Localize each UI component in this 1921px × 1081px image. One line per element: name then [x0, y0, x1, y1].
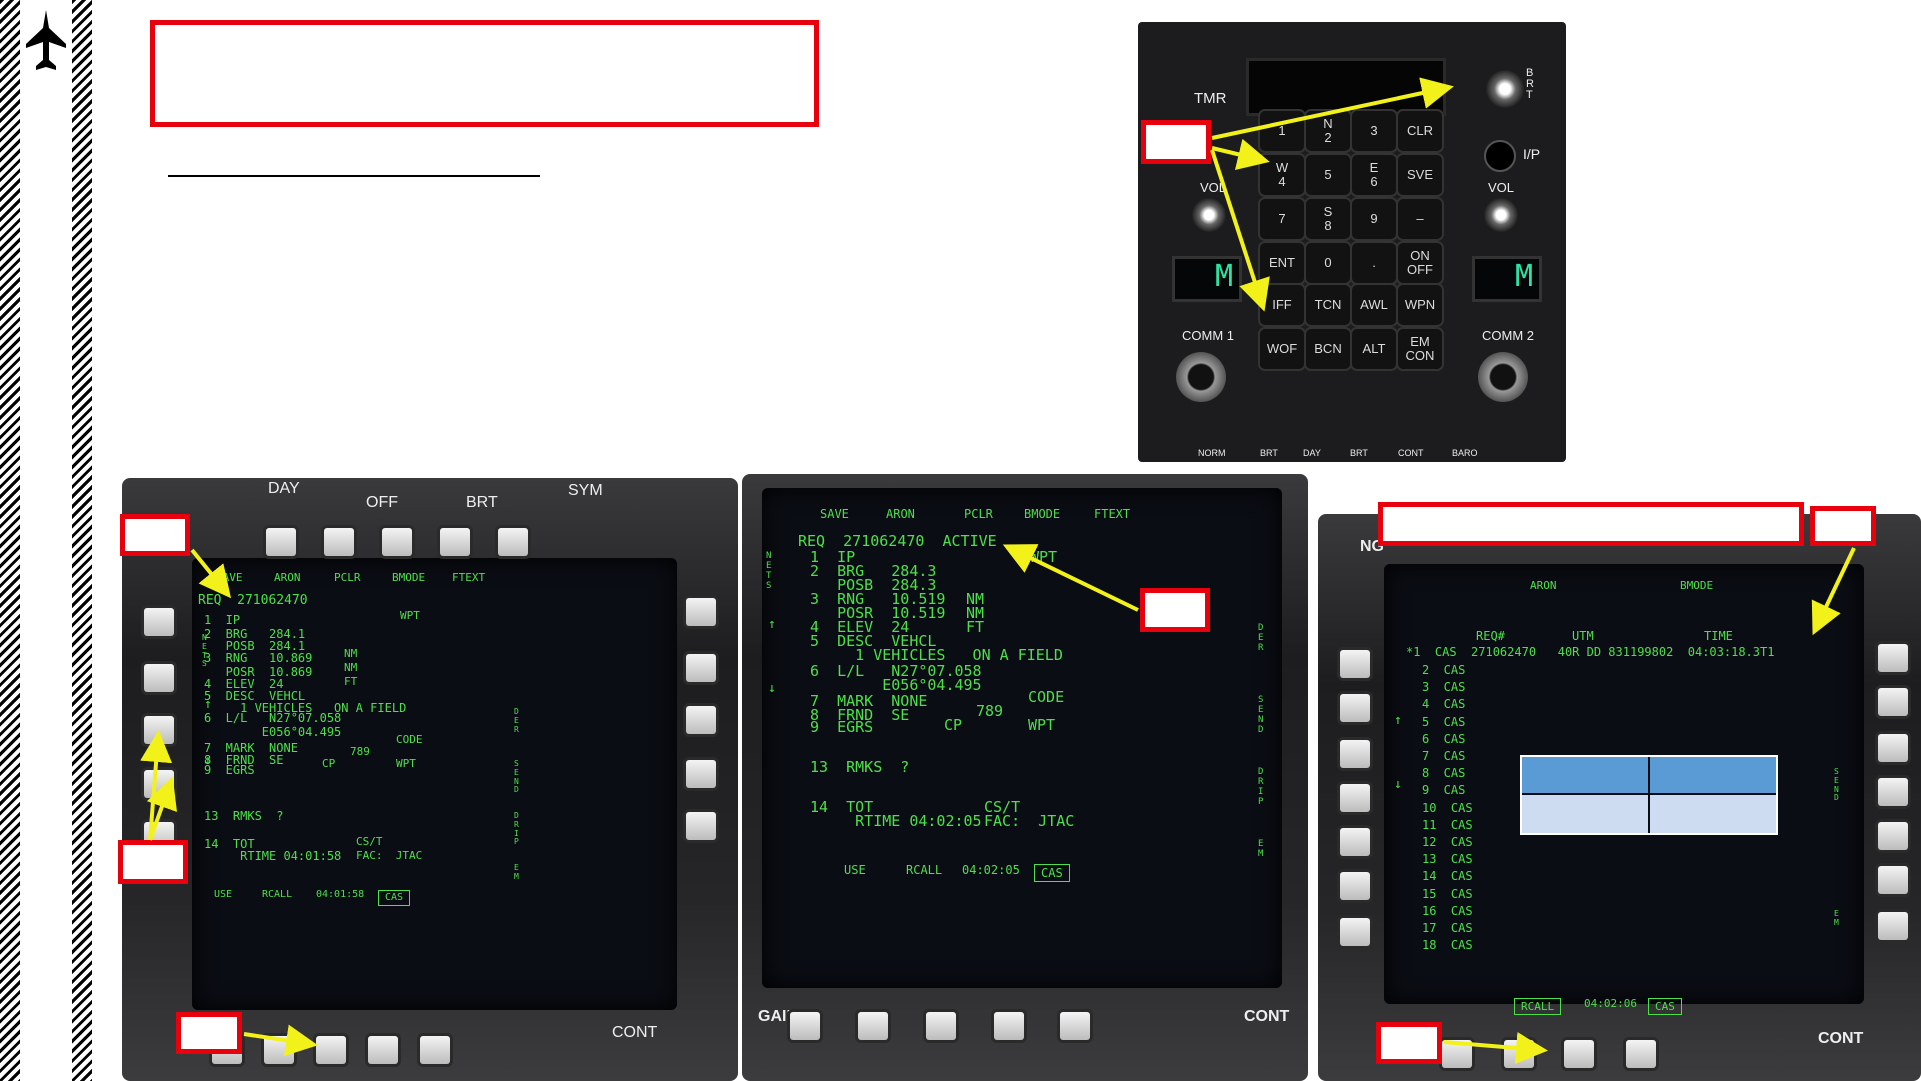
arrow-mfd2	[1002, 544, 1139, 612]
arrow-ufc-scratchpad	[1211, 77, 1454, 140]
arrow-mfd1-bottom	[243, 1024, 318, 1057]
arrow-ufc-key1	[1211, 138, 1270, 170]
arrow-ufc-ent	[1210, 149, 1270, 312]
arrow-mfd1-top	[190, 548, 232, 599]
arrow-mfd3-top	[1811, 547, 1856, 636]
callout-arrows	[140, 77, 1856, 1064]
arrow-mfd3-bottom	[1443, 1032, 1548, 1064]
